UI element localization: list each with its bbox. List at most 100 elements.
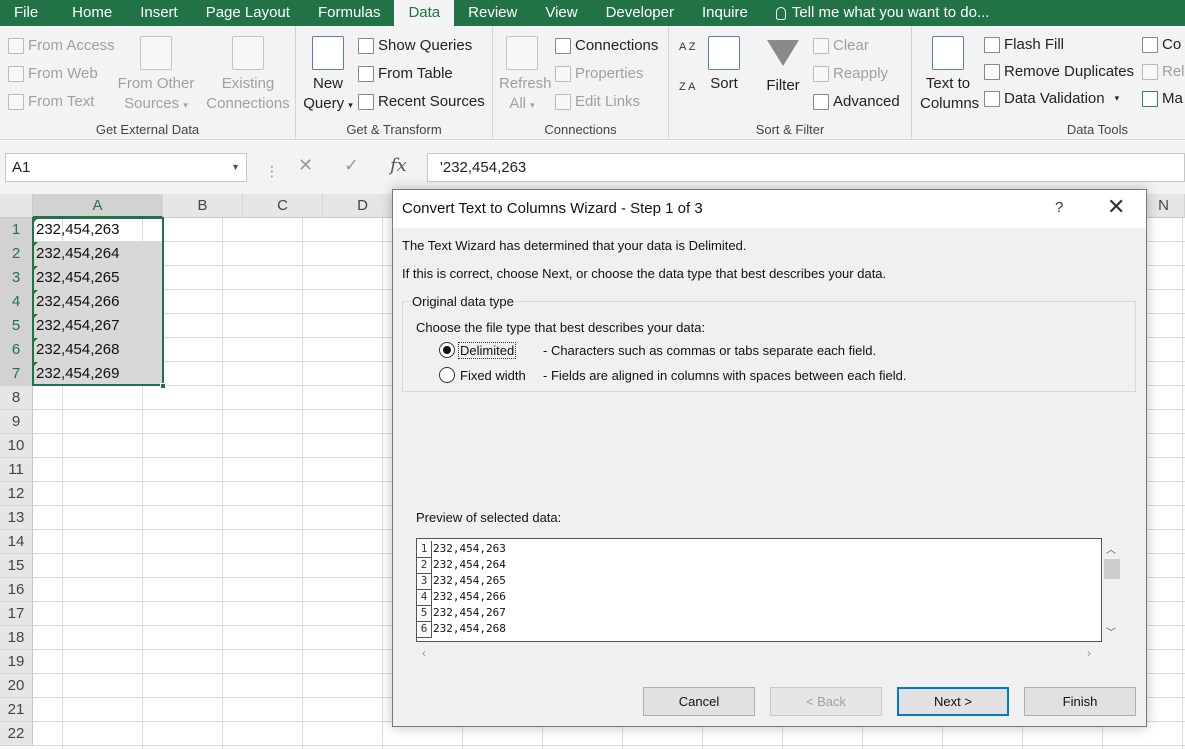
row-header[interactable]: 8 — [0, 386, 33, 410]
data-validation-button[interactable]: Data Validation ▾ — [984, 90, 1119, 107]
cell-a6[interactable]: 232,454,268 — [33, 338, 163, 362]
data-preview[interactable]: 1 232,454,263 2 232,454,264 3 232,454,265 4… — [416, 538, 1102, 642]
scroll-up-icon[interactable]: ︿ — [1106, 541, 1116, 556]
menu-home[interactable]: Home — [52, 0, 126, 26]
name-box[interactable]: A1 ▼ — [5, 153, 247, 182]
row-header[interactable]: 16 — [0, 578, 33, 602]
row-header[interactable]: 20 — [0, 674, 33, 698]
row-header[interactable]: 6 — [0, 338, 33, 362]
row-header[interactable]: 3 — [0, 266, 33, 290]
refresh-all-button[interactable]: Refresh All ▾ — [499, 36, 552, 115]
finish-button[interactable]: Finish — [1024, 687, 1136, 716]
preview-vertical-scrollbar[interactable]: ︿ ﹀ — [1102, 538, 1122, 642]
consolidate-button[interactable]: Co — [1142, 36, 1181, 53]
remove-duplicates-button[interactable]: Remove Duplicates — [984, 63, 1134, 80]
menu-page-layout[interactable]: Page Layout — [192, 0, 304, 26]
column-header-c[interactable]: C — [243, 194, 323, 218]
row-header[interactable]: 5 — [0, 314, 33, 338]
from-text-button[interactable]: From Text — [8, 93, 94, 110]
row-header[interactable]: 12 — [0, 482, 33, 506]
scroll-down-icon[interactable]: ﹀ — [1106, 624, 1116, 639]
existing-connections-button[interactable]: Existing Connections — [204, 36, 292, 114]
row-header[interactable]: 17 — [0, 602, 33, 626]
row-header[interactable]: 1 — [0, 218, 33, 242]
cell-a2[interactable]: 232,454,264 — [33, 242, 163, 266]
cancel-button[interactable]: Cancel — [643, 687, 755, 716]
delimited-radio[interactable] — [439, 342, 455, 358]
menu-developer[interactable]: Developer — [592, 0, 688, 26]
select-all-corner[interactable] — [0, 194, 33, 218]
from-access-button[interactable]: From Access — [8, 37, 115, 54]
flash-fill-button[interactable]: Flash Fill — [984, 36, 1064, 53]
scrollbar-thumb[interactable] — [1104, 559, 1120, 579]
formula-input[interactable]: '232,454,263 — [427, 153, 1185, 182]
insert-function-button[interactable]: fx — [390, 155, 407, 176]
row-header[interactable]: 7 — [0, 362, 33, 386]
row-header[interactable]: 4 — [0, 290, 33, 314]
reapply-button[interactable]: Reapply — [813, 65, 888, 82]
recent-sources-button[interactable]: Recent Sources — [358, 93, 485, 110]
menu-view[interactable]: View — [531, 0, 591, 26]
row-header[interactable]: 19 — [0, 650, 33, 674]
row-header[interactable]: 15 — [0, 554, 33, 578]
fixed-width-radio[interactable] — [439, 367, 455, 383]
column-header-a[interactable]: A — [33, 194, 163, 218]
tell-me-box[interactable]: Tell me what you want to do... — [762, 0, 989, 26]
menu-data[interactable]: Data — [394, 0, 455, 26]
new-query-button[interactable]: New Query ▾ — [302, 36, 354, 115]
row-header[interactable]: 14 — [0, 530, 33, 554]
advanced-button[interactable]: Advanced — [813, 93, 900, 110]
column-header-d[interactable]: D — [323, 194, 403, 218]
cell-a3[interactable]: 232,454,265 — [33, 266, 163, 290]
row-header[interactable]: 18 — [0, 626, 33, 650]
row-header[interactable]: 13 — [0, 506, 33, 530]
row-header[interactable]: 11 — [0, 458, 33, 482]
from-table-button[interactable]: From Table — [358, 65, 453, 82]
edit-links-button[interactable]: Edit Links — [555, 93, 640, 110]
clear-button[interactable]: Clear — [813, 37, 869, 54]
help-icon[interactable]: ? — [1055, 199, 1063, 216]
row-header[interactable]: 9 — [0, 410, 33, 434]
delimited-label[interactable]: Delimited — [457, 342, 517, 359]
next-button[interactable]: Next > — [897, 687, 1009, 716]
sort-z-to-a-button[interactable]: Z A — [679, 82, 696, 93]
menu-inquire[interactable]: Inquire — [688, 0, 762, 26]
menu-review[interactable]: Review — [454, 0, 531, 26]
from-other-sources-button[interactable]: From Other Sources ▾ — [116, 36, 196, 115]
menu-file[interactable]: File — [0, 0, 52, 26]
manage-data-model-button[interactable]: Ma — [1142, 90, 1183, 107]
properties-button[interactable]: Properties — [555, 65, 643, 82]
dialog-title-bar[interactable]: Convert Text to Columns Wizard - Step 1 … — [393, 190, 1146, 228]
column-header-n[interactable]: N — [1143, 194, 1185, 218]
from-web-button[interactable]: From Web — [8, 65, 98, 82]
row-header[interactable]: 22 — [0, 722, 33, 746]
scroll-left-icon[interactable]: ‹ — [422, 646, 426, 660]
row-header[interactable]: 2 — [0, 242, 33, 266]
scroll-right-icon[interactable]: › — [1087, 646, 1091, 660]
row-header[interactable]: 10 — [0, 434, 33, 458]
cell-a7[interactable]: 232,454,269 — [33, 362, 163, 386]
cell-a5[interactable]: 232,454,267 — [33, 314, 163, 338]
filter-button[interactable]: Filter — [761, 36, 805, 96]
row-header[interactable]: 21 — [0, 698, 33, 722]
fill-handle[interactable] — [160, 383, 166, 389]
more-options-icon[interactable]: ⋮ — [265, 163, 279, 180]
column-header-b[interactable]: B — [163, 194, 243, 218]
cell-a4[interactable]: 232,454,266 — [33, 290, 163, 314]
fixed-width-label[interactable]: Fixed width — [460, 368, 526, 383]
refresh-label-2: All — [509, 95, 526, 112]
back-button[interactable]: < Back — [770, 687, 882, 716]
show-queries-button[interactable]: Show Queries — [358, 37, 472, 54]
cancel-entry-icon[interactable]: ✕ — [298, 155, 313, 176]
confirm-entry-icon[interactable]: ✓ — [344, 155, 359, 176]
text-to-columns-button[interactable]: Text to Columns — [920, 36, 979, 114]
relationships-button[interactable]: Rel — [1142, 63, 1185, 80]
cell-a1[interactable]: 232,454,263 — [33, 218, 163, 242]
sort-a-to-z-button[interactable]: A Z — [679, 42, 696, 53]
chevron-down-icon[interactable]: ▼ — [231, 154, 240, 181]
menu-insert[interactable]: Insert — [126, 0, 192, 26]
sort-button[interactable]: Sort — [705, 36, 743, 94]
menu-formulas[interactable]: Formulas — [304, 0, 395, 26]
connections-button[interactable]: Connections — [555, 37, 658, 54]
close-icon[interactable]: ✕ — [1107, 196, 1125, 218]
